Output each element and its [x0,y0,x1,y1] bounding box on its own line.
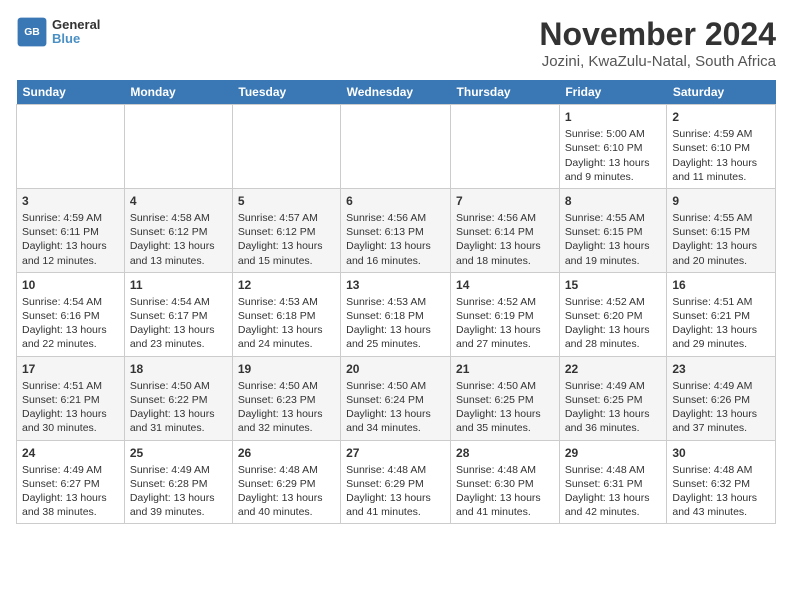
calendar-cell: 1Sunrise: 5:00 AMSunset: 6:10 PMDaylight… [559,105,667,189]
day-number: 16 [672,277,770,293]
day-number: 15 [565,277,662,293]
day-number: 1 [565,109,662,125]
calendar-cell: 29Sunrise: 4:48 AMSunset: 6:31 PMDayligh… [559,440,667,524]
calendar-header-row: SundayMondayTuesdayWednesdayThursdayFrid… [17,80,776,105]
calendar-cell [341,105,451,189]
calendar-week-row: 17Sunrise: 4:51 AMSunset: 6:21 PMDayligh… [17,356,776,440]
calendar-cell: 19Sunrise: 4:50 AMSunset: 6:23 PMDayligh… [232,356,340,440]
day-number: 5 [238,193,335,209]
calendar-cell: 14Sunrise: 4:52 AMSunset: 6:19 PMDayligh… [451,272,560,356]
day-number: 21 [456,361,554,377]
day-number: 4 [130,193,227,209]
calendar-cell [124,105,232,189]
day-number: 3 [22,193,119,209]
calendar-week-row: 1Sunrise: 5:00 AMSunset: 6:10 PMDaylight… [17,105,776,189]
calendar-cell: 3Sunrise: 4:59 AMSunset: 6:11 PMDaylight… [17,188,125,272]
calendar-cell [17,105,125,189]
calendar-cell: 24Sunrise: 4:49 AMSunset: 6:27 PMDayligh… [17,440,125,524]
calendar-cell: 20Sunrise: 4:50 AMSunset: 6:24 PMDayligh… [341,356,451,440]
day-number: 11 [130,277,227,293]
day-number: 12 [238,277,335,293]
calendar-cell: 18Sunrise: 4:50 AMSunset: 6:22 PMDayligh… [124,356,232,440]
day-number: 29 [565,445,662,461]
calendar-cell: 15Sunrise: 4:52 AMSunset: 6:20 PMDayligh… [559,272,667,356]
day-number: 27 [346,445,445,461]
day-number: 13 [346,277,445,293]
logo-icon: GB [16,16,48,48]
page-title: November 2024 [539,16,776,53]
calendar-cell: 16Sunrise: 4:51 AMSunset: 6:21 PMDayligh… [667,272,776,356]
col-header-monday: Monday [124,80,232,105]
day-number: 2 [672,109,770,125]
calendar-cell: 2Sunrise: 4:59 AMSunset: 6:10 PMDaylight… [667,105,776,189]
calendar-cell [232,105,340,189]
day-number: 17 [22,361,119,377]
title-block: November 2024 Jozini, KwaZulu-Natal, Sou… [539,16,776,70]
day-number: 6 [346,193,445,209]
col-header-wednesday: Wednesday [341,80,451,105]
calendar-cell: 23Sunrise: 4:49 AMSunset: 6:26 PMDayligh… [667,356,776,440]
day-number: 8 [565,193,662,209]
col-header-tuesday: Tuesday [232,80,340,105]
day-number: 25 [130,445,227,461]
day-number: 19 [238,361,335,377]
calendar-cell: 7Sunrise: 4:56 AMSunset: 6:14 PMDaylight… [451,188,560,272]
calendar-cell: 17Sunrise: 4:51 AMSunset: 6:21 PMDayligh… [17,356,125,440]
logo-text: General Blue [52,18,100,47]
calendar-week-row: 3Sunrise: 4:59 AMSunset: 6:11 PMDaylight… [17,188,776,272]
page-header: GB General Blue November 2024 Jozini, Kw… [16,16,776,70]
calendar-body: 1Sunrise: 5:00 AMSunset: 6:10 PMDaylight… [17,105,776,524]
calendar-cell: 6Sunrise: 4:56 AMSunset: 6:13 PMDaylight… [341,188,451,272]
calendar-table: SundayMondayTuesdayWednesdayThursdayFrid… [16,80,776,524]
calendar-week-row: 24Sunrise: 4:49 AMSunset: 6:27 PMDayligh… [17,440,776,524]
day-number: 20 [346,361,445,377]
day-number: 28 [456,445,554,461]
svg-text:GB: GB [24,27,40,38]
calendar-cell: 21Sunrise: 4:50 AMSunset: 6:25 PMDayligh… [451,356,560,440]
day-number: 23 [672,361,770,377]
calendar-cell: 4Sunrise: 4:58 AMSunset: 6:12 PMDaylight… [124,188,232,272]
calendar-cell [451,105,560,189]
calendar-cell: 9Sunrise: 4:55 AMSunset: 6:15 PMDaylight… [667,188,776,272]
calendar-cell: 11Sunrise: 4:54 AMSunset: 6:17 PMDayligh… [124,272,232,356]
calendar-week-row: 10Sunrise: 4:54 AMSunset: 6:16 PMDayligh… [17,272,776,356]
calendar-cell: 30Sunrise: 4:48 AMSunset: 6:32 PMDayligh… [667,440,776,524]
day-number: 18 [130,361,227,377]
calendar-cell: 26Sunrise: 4:48 AMSunset: 6:29 PMDayligh… [232,440,340,524]
calendar-cell: 22Sunrise: 4:49 AMSunset: 6:25 PMDayligh… [559,356,667,440]
calendar-cell: 12Sunrise: 4:53 AMSunset: 6:18 PMDayligh… [232,272,340,356]
day-number: 22 [565,361,662,377]
day-number: 26 [238,445,335,461]
day-number: 7 [456,193,554,209]
col-header-friday: Friday [559,80,667,105]
calendar-cell: 25Sunrise: 4:49 AMSunset: 6:28 PMDayligh… [124,440,232,524]
page-subtitle: Jozini, KwaZulu-Natal, South Africa [539,53,776,70]
day-number: 9 [672,193,770,209]
col-header-saturday: Saturday [667,80,776,105]
col-header-thursday: Thursday [451,80,560,105]
day-number: 24 [22,445,119,461]
logo: GB General Blue [16,16,100,48]
col-header-sunday: Sunday [17,80,125,105]
calendar-cell: 10Sunrise: 4:54 AMSunset: 6:16 PMDayligh… [17,272,125,356]
day-number: 14 [456,277,554,293]
calendar-cell: 27Sunrise: 4:48 AMSunset: 6:29 PMDayligh… [341,440,451,524]
calendar-cell: 5Sunrise: 4:57 AMSunset: 6:12 PMDaylight… [232,188,340,272]
calendar-cell: 8Sunrise: 4:55 AMSunset: 6:15 PMDaylight… [559,188,667,272]
day-number: 30 [672,445,770,461]
calendar-cell: 28Sunrise: 4:48 AMSunset: 6:30 PMDayligh… [451,440,560,524]
calendar-cell: 13Sunrise: 4:53 AMSunset: 6:18 PMDayligh… [341,272,451,356]
day-number: 10 [22,277,119,293]
